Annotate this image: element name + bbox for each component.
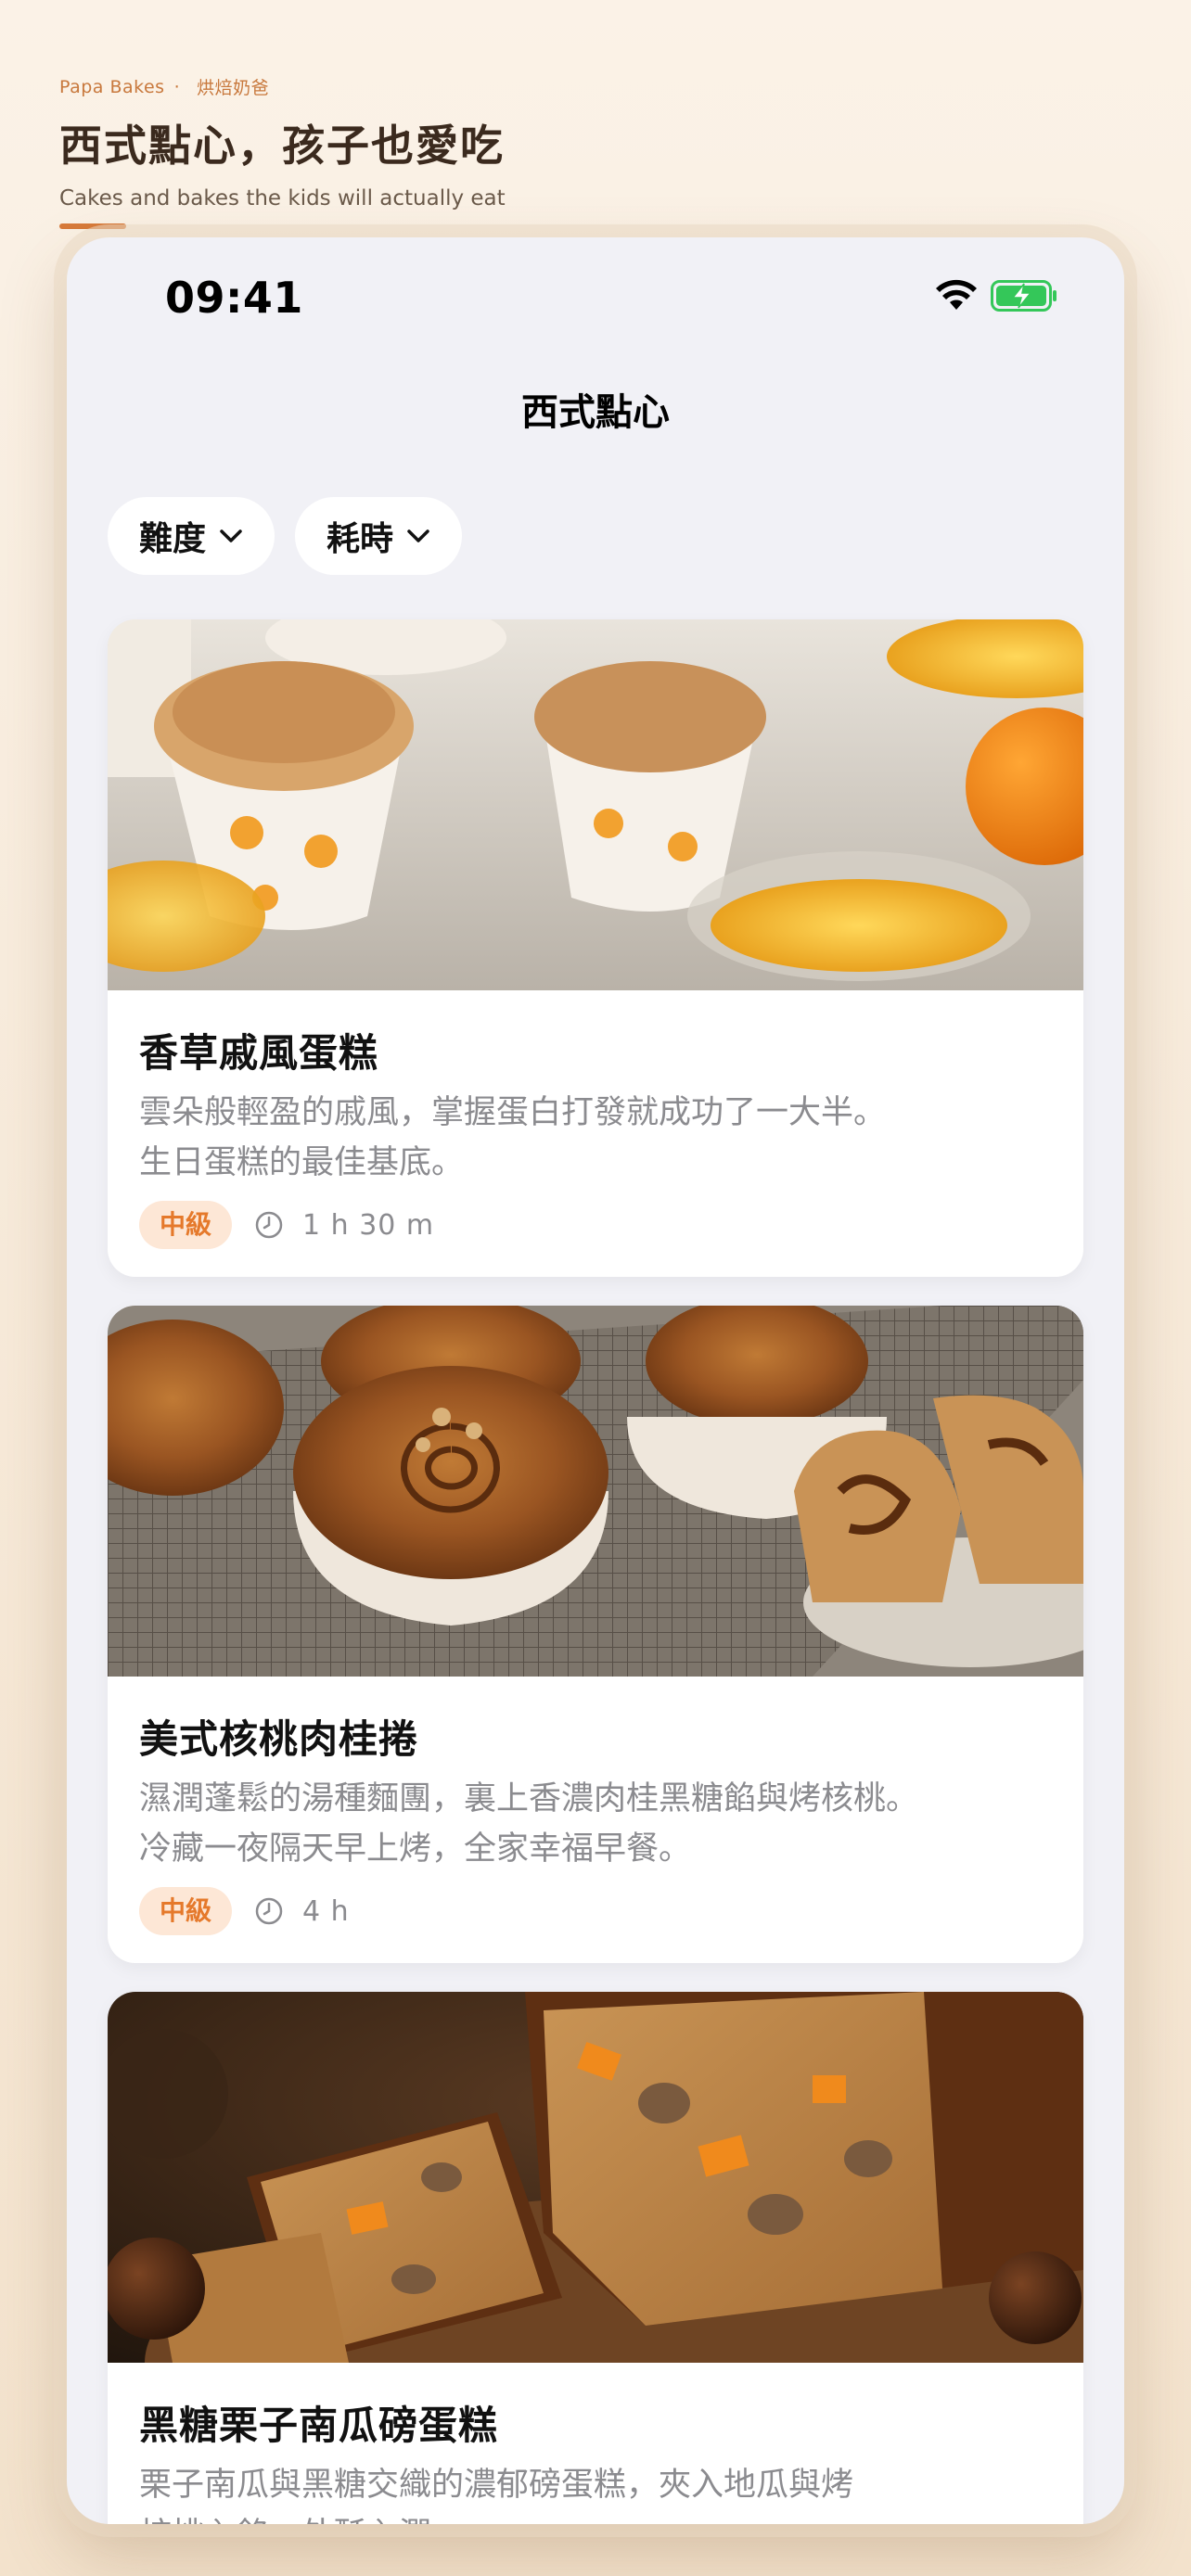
recipe-description-line: 濕潤蓬鬆的湯種麵團，裏上香濃肉桂黑糖餡與烤核桃。 <box>139 1780 919 1817</box>
recipe-description-line: 雲朵般輕盈的戚風，掌握蛋白打發就成功了一大半。 <box>139 1094 887 1131</box>
nav-title: 西式點心 <box>521 391 670 434</box>
walnut-cinnamon-rolls-photo <box>108 1306 1083 1677</box>
recipe-meta: 中級 1 h 30 m <box>139 1201 1052 1249</box>
recipe-description-line: 冷藏一夜隔天早上烤，全家幸福早餐。 <box>139 1830 692 1868</box>
recipe-duration: 1 h 30 m <box>302 1208 435 1242</box>
brand-name-zh: 烘焙奶爸 <box>197 78 270 98</box>
filter-bar: 難度 耗時 <box>108 497 463 575</box>
recipe-meta: 中級 4 h <box>139 1887 1052 1935</box>
filter-time-button[interactable]: 耗時 <box>295 497 463 575</box>
chevron-down-icon <box>407 529 429 542</box>
brand-line: Papa Bakes · 烘焙奶爸 <box>59 74 1126 99</box>
page-headline: 西式點心，孩子也愛吃 <box>59 121 505 171</box>
recipe-description-line: 生日蛋糕的最佳基底。 <box>139 1144 465 1181</box>
recipe-description: 栗子南瓜與黑糖交織的濃郁磅蛋糕，夾入地瓜與烤 核桃內餡，外酥內潤。 <box>139 2460 1052 2524</box>
page-subline: Cakes and bakes the kids will actually e… <box>59 186 506 210</box>
card-body: 美式核桃肉桂捲 濕潤蓬鬆的湯種麵團，裏上香濃肉桂黑糖餡與烤核桃。 冷藏一夜隔天早… <box>108 1677 1083 1963</box>
brand-name-en: Papa Bakes <box>59 76 165 97</box>
recipe-description-line: 核桃內餡，外酥內潤。 <box>139 2510 1052 2524</box>
difficulty-badge: 中級 <box>139 1201 233 1249</box>
recipe-title: 美式核桃肉桂捲 <box>139 1716 419 1762</box>
card-body: 黑糖栗子南瓜磅蛋糕 栗子南瓜與黑糖交織的濃郁磅蛋糕，夾入地瓜與烤 核桃內餡，外酥… <box>108 2363 1083 2524</box>
difficulty-badge: 中級 <box>139 1887 233 1935</box>
phone-frame: 09:41 西式點心 難度 耗時 香草戚風蛋糕 雲朵般輕盈的戚風，掌握蛋白打發就… <box>67 237 1124 2524</box>
page-header: Papa Bakes · 烘焙奶爸 西式點心，孩子也愛吃 Cakes and b… <box>59 74 1126 229</box>
recipe-title: 香草戚風蛋糕 <box>139 1030 379 1076</box>
filter-label: 難度 <box>139 520 207 558</box>
chiffon-cake-cups-with-orange-photo <box>108 619 1083 990</box>
recipe-card-cinnamon-roll[interactable]: 美式核桃肉桂捲 濕潤蓬鬆的湯種麵團，裏上香濃肉桂黑糖餡與烤核桃。 冷藏一夜隔天早… <box>108 1306 1083 1963</box>
recipe-description: 濕潤蓬鬆的湯種麵團，裏上香濃肉桂黑糖餡與烤核桃。 冷藏一夜隔天早上烤，全家幸福早… <box>139 1774 1052 1874</box>
recipe-title: 黑糖栗子南瓜磅蛋糕 <box>139 2403 499 2448</box>
wifi-icon <box>936 279 977 310</box>
chevron-down-icon <box>220 529 242 542</box>
filter-difficulty-button[interactable]: 難度 <box>108 497 275 575</box>
accent-rule <box>59 223 126 229</box>
status-bar: 09:41 <box>67 237 1124 330</box>
chestnut-pumpkin-pound-cake-photo <box>108 1992 1083 2363</box>
recipe-description-line: 栗子南瓜與黑糖交織的濃郁磅蛋糕，夾入地瓜與烤 <box>139 2467 854 2504</box>
recipe-duration: 4 h <box>302 1894 350 1928</box>
filter-label: 耗時 <box>327 520 394 558</box>
clock-icon <box>255 1211 283 1239</box>
recipe-description: 雲朵般輕盈的戚風，掌握蛋白打發就成功了一大半。 生日蛋糕的最佳基底。 <box>139 1088 1052 1188</box>
clock-icon <box>255 1897 283 1925</box>
recipe-card-pound-cake[interactable]: 黑糖栗子南瓜磅蛋糕 栗子南瓜與黑糖交織的濃郁磅蛋糕，夾入地瓜與烤 核桃內餡，外酥… <box>108 1992 1083 2524</box>
battery-charging-icon <box>991 280 1057 312</box>
card-body: 香草戚風蛋糕 雲朵般輕盈的戚風，掌握蛋白打發就成功了一大半。 生日蛋糕的最佳基底… <box>108 990 1083 1277</box>
recipe-card-chiffon-cake[interactable]: 香草戚風蛋糕 雲朵般輕盈的戚風，掌握蛋白打發就成功了一大半。 生日蛋糕的最佳基底… <box>108 619 1083 1277</box>
status-time: 09:41 <box>165 273 303 323</box>
brand-separator: · <box>173 76 181 97</box>
